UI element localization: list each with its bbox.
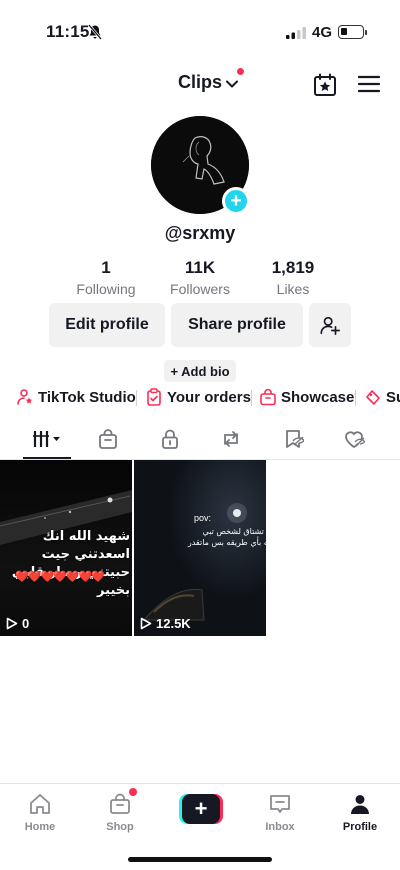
menu-icon[interactable]	[358, 75, 380, 93]
subscription-icon	[366, 390, 380, 405]
nav-inbox[interactable]: Inbox	[250, 792, 310, 833]
videos-grid-icon	[33, 431, 60, 447]
tab-hidden-favorites[interactable]	[279, 427, 307, 451]
tab-videos[interactable]	[30, 427, 64, 451]
link-label: TikTok Studio	[38, 388, 136, 406]
home-icon	[30, 794, 50, 814]
video-thumbnail[interactable]: شهيد الله انك اسعدتني جيت حبيتني وصار قل…	[0, 460, 132, 636]
lock-icon	[162, 429, 178, 449]
stat-likes[interactable]: 1,819 Likes	[248, 258, 338, 297]
nav-shop[interactable]: Shop	[90, 792, 150, 833]
nav-label: Shop	[106, 821, 134, 833]
header-title: Clips	[178, 72, 223, 92]
create-button[interactable]: +	[179, 794, 223, 824]
view-count-value: 0	[22, 616, 30, 631]
status-time: 11:15	[46, 22, 90, 41]
nav-label: Inbox	[265, 821, 295, 833]
hidden-bookmark-icon	[286, 430, 304, 448]
add-avatar-button[interactable]: +	[222, 187, 250, 215]
tab-liked[interactable]	[340, 427, 368, 451]
view-count: 0	[6, 616, 29, 631]
nav-home[interactable]: Home	[10, 792, 70, 833]
tab-shop[interactable]	[94, 427, 122, 451]
view-count: 12.5K	[140, 616, 191, 631]
silent-bell-icon	[88, 24, 102, 40]
chevron-down-icon	[226, 80, 239, 87]
add-friend-button[interactable]	[309, 303, 351, 347]
share-profile-button[interactable]: Share profile	[171, 303, 303, 347]
profile-stats: 1 Following 11K Followers 1,819 Likes	[0, 258, 400, 298]
video-caption-hearts: ❤️❤️❤️❤️❤️❤️❤️	[15, 571, 105, 583]
nav-label: Home	[24, 821, 56, 833]
video-thumbnail[interactable]: pov: فجأه تشتاق لشخص تبي تكلمه بأي طريقه…	[134, 460, 266, 636]
stat-following[interactable]: 1 Following	[61, 258, 151, 297]
plus-icon: +	[182, 794, 220, 824]
link-label: Showcase	[281, 388, 355, 406]
link-tiktok-studio[interactable]: TikTok Studio	[16, 388, 136, 406]
liked-hidden-icon	[345, 431, 365, 449]
notification-dot	[129, 788, 137, 796]
video-background	[134, 460, 266, 636]
link-divider	[355, 390, 356, 406]
repost-icon	[224, 431, 238, 447]
link-label: Su	[386, 388, 400, 406]
active-tab-indicator	[23, 457, 71, 459]
tab-private[interactable]	[156, 427, 184, 451]
nav-profile[interactable]: Profile	[330, 792, 390, 833]
link-your-orders[interactable]: Your orders	[145, 388, 251, 406]
stat-followers[interactable]: 11K Followers	[155, 258, 245, 297]
edit-profile-button[interactable]: Edit profile	[49, 303, 165, 347]
battery-icon	[338, 25, 367, 39]
add-person-icon	[320, 316, 340, 335]
tiktok-studio-icon	[17, 389, 33, 405]
inbox-icon	[270, 795, 290, 813]
username: @srxmy	[164, 223, 236, 243]
stat-value: 11K	[184, 258, 216, 277]
stat-label: Following	[76, 281, 136, 297]
network-type: 4G	[312, 24, 333, 41]
stat-value: 1,819	[271, 258, 315, 277]
play-icon	[140, 617, 152, 630]
cellular-signal-icon	[286, 27, 306, 39]
profile-icon	[351, 795, 369, 814]
home-indicator	[128, 857, 272, 862]
link-subscription[interactable]: Su	[364, 388, 400, 406]
play-icon	[6, 617, 18, 630]
view-count-value: 12.5K	[156, 616, 191, 631]
profile-header: Clips	[0, 66, 400, 102]
stat-label: Likes	[276, 281, 310, 297]
stat-value: 1	[101, 258, 111, 277]
orders-icon	[147, 388, 161, 406]
status-bar: 11:15 4G	[0, 0, 400, 60]
tab-reposts[interactable]	[217, 427, 245, 451]
shop-icon	[110, 793, 130, 814]
profile-links-row: TikTok Studio Your orders Showcase Su	[0, 384, 400, 412]
link-label: Your orders	[167, 388, 251, 406]
showcase-icon	[260, 388, 276, 406]
stat-label: Followers	[170, 281, 230, 297]
nav-label: Profile	[342, 821, 378, 833]
link-divider	[251, 390, 252, 406]
add-bio-button[interactable]: + Add bio	[164, 360, 236, 382]
video-caption: شهيد الله انك اسعدتني جيت حبيتني وصار قل…	[11, 529, 130, 598]
link-divider	[136, 390, 137, 406]
link-showcase[interactable]: Showcase	[259, 388, 354, 406]
shop-bag-icon	[99, 429, 117, 449]
video-grid: شهيد الله انك اسعدتني جيت حبيتني وصار قل…	[0, 460, 400, 636]
calendar-star-icon[interactable]	[313, 73, 337, 97]
account-switcher[interactable]: Clips	[178, 72, 239, 93]
video-caption: فجأه تشتاق لشخص تبي تكلمه بأي طريقه بس م…	[187, 527, 266, 547]
video-caption-pov: pov:	[194, 513, 212, 523]
content-tabs	[0, 424, 400, 460]
notification-dot	[237, 68, 244, 75]
